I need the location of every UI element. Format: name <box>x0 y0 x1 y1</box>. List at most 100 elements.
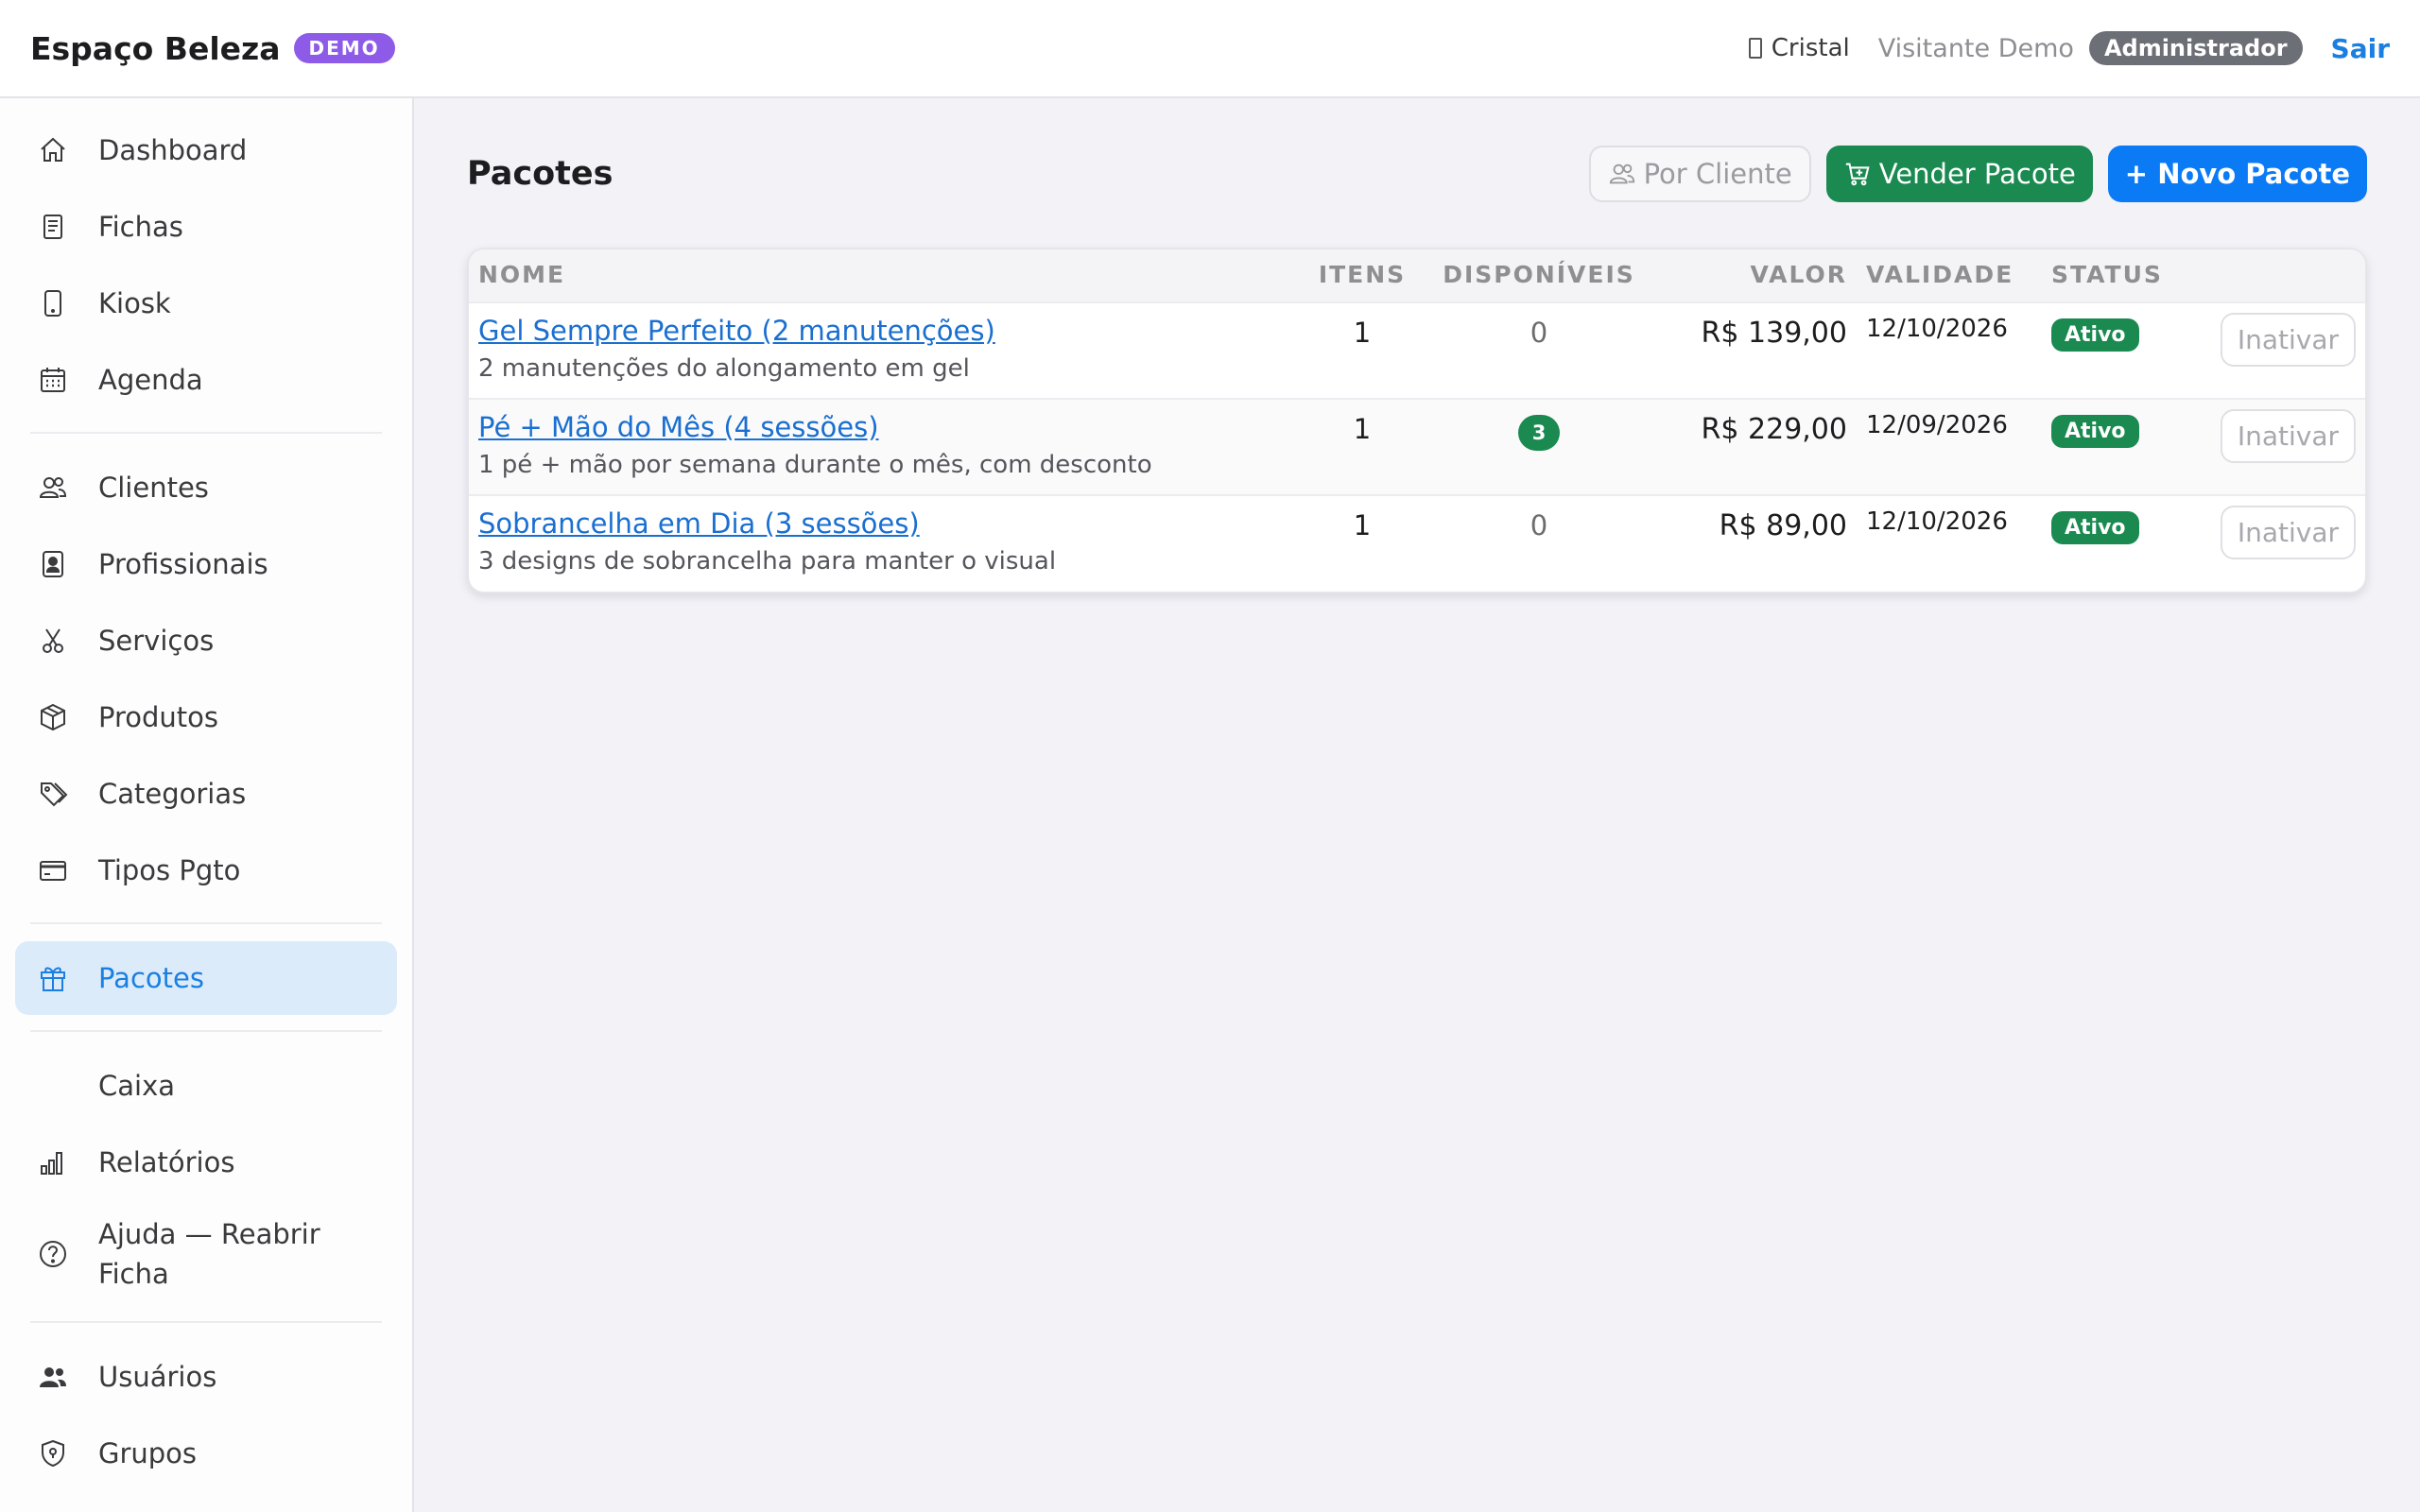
bar-chart-icon <box>41 1152 62 1175</box>
document-icon <box>43 215 62 239</box>
tags-icon <box>41 782 68 807</box>
column-header-disponiveis: DISPONÍVEIS <box>1420 249 1658 302</box>
cart-icon <box>1845 163 1870 186</box>
table-row: Pé + Mão do Mês (4 sessões) 1 pé + mão p… <box>469 398 2365 495</box>
package-name-link[interactable]: Gel Sempre Perfeito (2 manutenções) <box>478 315 1295 347</box>
top-bar: Espaço Beleza DEMO Cristal Visitante Dem… <box>0 0 2420 98</box>
brand-title[interactable]: Espaço Beleza <box>30 30 281 67</box>
deactivate-button[interactable]: Inativar <box>2220 506 2356 559</box>
sidebar-item-agenda[interactable]: Agenda <box>15 343 397 417</box>
sidebar-item-grupos[interactable]: Grupos <box>15 1417 397 1490</box>
package-description: 2 manutenções do alongamento em gel <box>478 354 970 383</box>
package-name-link[interactable]: Sobrancelha em Dia (3 sessões) <box>478 507 1295 540</box>
column-header-valor: VALOR <box>1658 249 1857 302</box>
cell-validity: 12/10/2026 <box>1857 301 2042 399</box>
validity-date: 12/10/2026 <box>1866 507 2008 536</box>
cell-items: 1 <box>1305 301 1420 399</box>
nav-divider <box>30 1321 382 1323</box>
deactivate-button[interactable]: Inativar <box>2220 409 2356 463</box>
shield-icon <box>42 1439 64 1468</box>
sell-package-button[interactable]: Vender Pacote <box>1825 146 2093 202</box>
column-header-nome: NOME <box>469 249 1305 302</box>
packages-table: NOME ITENS DISPONÍVEIS VALOR VALIDADE ST… <box>469 249 2365 592</box>
available-count: 0 <box>1530 509 1548 541</box>
cell-status: Ativo <box>2042 494 2208 592</box>
page-title: Pacotes <box>467 155 614 193</box>
package-value: R$ 139,00 <box>1701 317 1847 350</box>
cell-value: R$ 229,00 <box>1658 398 1857 495</box>
cell-value: R$ 139,00 <box>1658 301 1857 399</box>
cell-name: Sobrancelha em Dia (3 sessões) 3 designs… <box>469 494 1305 592</box>
table-header-row: NOME ITENS DISPONÍVEIS VALOR VALIDADE ST… <box>469 249 2365 302</box>
sidebar-item-label: Categorias <box>98 778 247 810</box>
cell-items: 1 <box>1305 398 1420 495</box>
tenant-label: Cristal <box>1748 34 1850 62</box>
people-icon <box>39 477 67 498</box>
sidebar-item-label: Tipos Pgto <box>98 854 241 886</box>
sidebar-item-pacotes[interactable]: Pacotes <box>15 941 397 1015</box>
calendar-icon <box>41 368 65 392</box>
tablet-icon <box>44 290 61 317</box>
cell-available: 0 <box>1420 494 1658 592</box>
sidebar-item-dashboard[interactable]: Dashboard <box>15 113 397 187</box>
users-icon <box>40 1367 66 1387</box>
gift-icon <box>41 967 65 991</box>
sidebar-item-relatorios[interactable]: Relatórios <box>15 1125 397 1199</box>
column-header-validade: VALIDADE <box>1857 249 2042 302</box>
home-icon <box>41 137 65 162</box>
demo-badge: DEMO <box>293 33 395 63</box>
people-icon <box>1609 163 1634 184</box>
sidebar-item-usuarios[interactable]: Usuários <box>15 1340 397 1414</box>
nav-divider <box>30 432 382 434</box>
status-badge: Ativo <box>2051 511 2139 544</box>
package-value: R$ 89,00 <box>1719 509 1847 542</box>
by-client-button[interactable]: Por Cliente <box>1588 146 1811 202</box>
sell-package-label: Vender Pacote <box>1878 158 2076 190</box>
sidebar-item-label: Relatórios <box>98 1146 235 1178</box>
items-count: 1 <box>1353 413 1372 445</box>
cell-actions: Inativar <box>2208 494 2365 592</box>
cell-value: R$ 89,00 <box>1658 494 1857 592</box>
sidebar-item-categorias[interactable]: Categorias <box>15 757 397 831</box>
nav-divider <box>30 1030 382 1032</box>
tenant-icon <box>1748 38 1762 59</box>
tenant-name: Cristal <box>1771 34 1850 62</box>
deactivate-button[interactable]: Inativar <box>2220 313 2356 367</box>
package-description: 1 pé + mão por semana durante o mês, com… <box>478 451 1152 479</box>
nav-divider <box>30 922 382 924</box>
main-content: Pacotes Por Cliente Vender Pacote + Novo… <box>414 98 2420 1512</box>
badge-icon <box>43 551 63 577</box>
cell-name: Pé + Mão do Mês (4 sessões) 1 pé + mão p… <box>469 398 1305 495</box>
sidebar-item-label: Agenda <box>98 364 203 396</box>
cell-actions: Inativar <box>2208 301 2365 399</box>
column-header-status: STATUS <box>2042 249 2208 302</box>
package-description: 3 designs de sobrancelha para manter o v… <box>478 547 1057 576</box>
sidebar-item-caixa[interactable]: Caixa <box>15 1049 397 1123</box>
sidebar-item-profissionais[interactable]: Profissionais <box>15 527 397 601</box>
sidebar-item-label: Produtos <box>98 701 219 733</box>
page-actions: Por Cliente Vender Pacote + Novo Pacote <box>1574 146 2367 202</box>
sidebar-item-ajuda[interactable]: Ajuda — Reabrir Ficha <box>15 1202 397 1306</box>
sidebar-item-produtos[interactable]: Produtos <box>15 680 397 754</box>
sidebar-item-fichas[interactable]: Fichas <box>15 190 397 264</box>
sidebar-item-tipos-pgto[interactable]: Tipos Pgto <box>15 833 397 907</box>
status-badge: Ativo <box>2051 318 2139 352</box>
sidebar-item-label: Grupos <box>98 1437 198 1469</box>
package-name-link[interactable]: Pé + Mão do Mês (4 sessões) <box>478 411 1295 443</box>
validity-date: 12/10/2026 <box>1866 315 2008 343</box>
sidebar-item-label: Dashboard <box>98 134 248 166</box>
package-value: R$ 229,00 <box>1701 413 1847 446</box>
column-header-actions <box>2208 249 2365 302</box>
sidebar-item-clientes[interactable]: Clientes <box>15 451 397 524</box>
caixa-icon-placeholder <box>38 1071 68 1101</box>
status-badge: Ativo <box>2051 415 2139 448</box>
credit-card-icon <box>40 861 66 881</box>
available-count: 0 <box>1530 317 1548 349</box>
cell-validity: 12/10/2026 <box>1857 494 2042 592</box>
sidebar-item-servicos[interactable]: Serviços <box>15 604 397 678</box>
page-header: Pacotes Por Cliente Vender Pacote + Novo… <box>467 144 2367 204</box>
new-package-button[interactable]: + Novo Pacote <box>2107 146 2367 202</box>
logout-link[interactable]: Sair <box>2331 33 2390 64</box>
sidebar-item-kiosk[interactable]: Kiosk <box>15 266 397 340</box>
sidebar: Dashboard Fichas Kiosk Agenda Clientes P… <box>0 98 414 1512</box>
